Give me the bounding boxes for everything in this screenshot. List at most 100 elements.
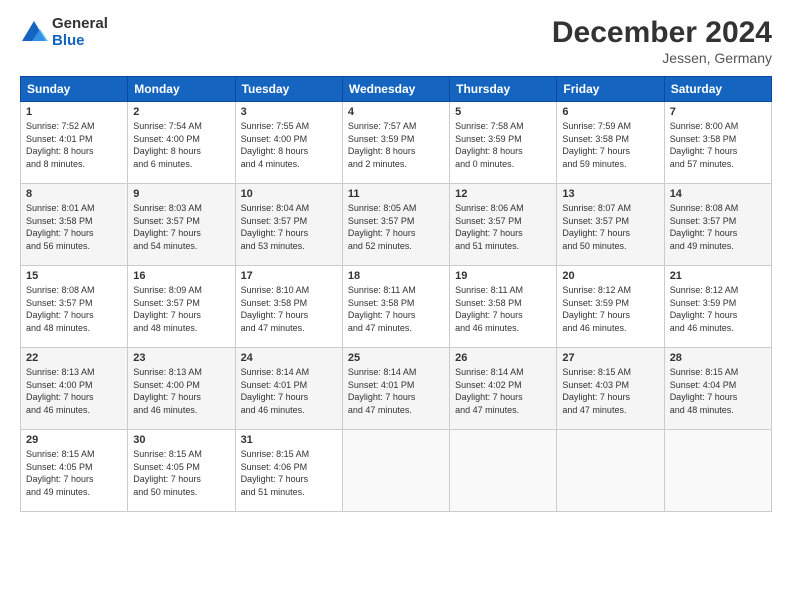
cell-info: Sunrise: 7:59 AMSunset: 3:58 PMDaylight:… (562, 120, 658, 170)
empty-cell-4-4 (450, 430, 557, 512)
col-saturday: Saturday (664, 77, 771, 102)
day-number: 16 (133, 270, 229, 282)
day-number: 5 (455, 106, 551, 118)
day-cell-13: 13Sunrise: 8:07 AMSunset: 3:57 PMDayligh… (557, 184, 664, 266)
cell-info: Sunrise: 7:57 AMSunset: 3:59 PMDaylight:… (348, 120, 444, 170)
cell-info: Sunrise: 8:14 AMSunset: 4:01 PMDaylight:… (348, 366, 444, 416)
day-number: 9 (133, 188, 229, 200)
cell-info: Sunrise: 8:10 AMSunset: 3:58 PMDaylight:… (241, 284, 337, 334)
day-number: 27 (562, 352, 658, 364)
empty-cell-4-6 (664, 430, 771, 512)
cell-info: Sunrise: 8:08 AMSunset: 3:57 PMDaylight:… (670, 202, 766, 252)
day-number: 11 (348, 188, 444, 200)
page: General Blue December 2024 Jessen, Germa… (0, 0, 792, 612)
day-cell-23: 23Sunrise: 8:13 AMSunset: 4:00 PMDayligh… (128, 348, 235, 430)
cell-info: Sunrise: 8:13 AMSunset: 4:00 PMDaylight:… (133, 366, 229, 416)
cell-info: Sunrise: 7:54 AMSunset: 4:00 PMDaylight:… (133, 120, 229, 170)
day-cell-11: 11 Sunrise: 8:05 AMSunset: 3:57 PMDayligh… (342, 184, 449, 266)
logo-general: General (52, 16, 108, 33)
cell-info: Sunrise: 8:15 AMSunset: 4:03 PMDaylight:… (562, 366, 658, 416)
day-cell-22: 22 Sunrise: 8:13 AMSunset: 4:00 PMDayligh… (21, 348, 128, 430)
location: Jessen, Germany (552, 50, 772, 66)
day-cell-7: 7 Sunrise: 8:00 AMSunset: 3:58 PMDaylight… (664, 102, 771, 184)
col-thursday: Thursday (450, 77, 557, 102)
title-block: December 2024 Jessen, Germany (552, 16, 772, 66)
month-title: December 2024 (552, 16, 772, 50)
day-cell-19: 19Sunrise: 8:11 AMSunset: 3:58 PMDayligh… (450, 266, 557, 348)
day-cell-24: 24 Sunrise: 8:14 AMSunset: 4:01 PMDayligh… (235, 348, 342, 430)
day-cell-25: 25 Sunrise: 8:14 AMSunset: 4:01 PMDayligh… (342, 348, 449, 430)
empty-cell-4-5 (557, 430, 664, 512)
day-cell-18: 18Sunrise: 8:11 AMSunset: 3:58 PMDayligh… (342, 266, 449, 348)
cell-info: Sunrise: 8:13 AMSunset: 4:00 PMDaylight:… (26, 366, 122, 416)
cell-info: Sunrise: 8:09 AMSunset: 3:57 PMDaylight:… (133, 284, 229, 334)
week-row-1: 1Sunrise: 7:52 AMSunset: 4:01 PMDaylight… (21, 102, 772, 184)
week-row-3: 15Sunrise: 8:08 AMSunset: 3:57 PMDayligh… (21, 266, 772, 348)
day-number: 31 (241, 434, 337, 446)
day-cell-26: 26Sunrise: 8:14 AMSunset: 4:02 PMDayligh… (450, 348, 557, 430)
logo-text: General Blue (52, 16, 108, 49)
cell-info: Sunrise: 8:06 AMSunset: 3:57 PMDaylight:… (455, 202, 551, 252)
day-cell-17: 17Sunrise: 8:10 AMSunset: 3:58 PMDayligh… (235, 266, 342, 348)
cell-info: Sunrise: 8:11 AMSunset: 3:58 PMDaylight:… (455, 284, 551, 334)
week-row-5: 29 Sunrise: 8:15 AMSunset: 4:05 PMDayligh… (21, 430, 772, 512)
day-number: 21 (670, 270, 766, 282)
day-cell-15: 15Sunrise: 8:08 AMSunset: 3:57 PMDayligh… (21, 266, 128, 348)
empty-cell-4-3 (342, 430, 449, 512)
day-number: 29 (26, 434, 122, 446)
day-number: 25 (348, 352, 444, 364)
day-cell-20: 20Sunrise: 8:12 AMSunset: 3:59 PMDayligh… (557, 266, 664, 348)
day-cell-5: 5Sunrise: 7:58 AMSunset: 3:59 PMDaylight… (450, 102, 557, 184)
cell-info: Sunrise: 8:15 AMSunset: 4:04 PMDaylight:… (670, 366, 766, 416)
day-number: 10 (241, 188, 337, 200)
col-tuesday: Tuesday (235, 77, 342, 102)
col-wednesday: Wednesday (342, 77, 449, 102)
day-number: 2 (133, 106, 229, 118)
day-number: 14 (670, 188, 766, 200)
week-row-2: 8Sunrise: 8:01 AMSunset: 3:58 PMDaylight… (21, 184, 772, 266)
day-number: 30 (133, 434, 229, 446)
day-number: 4 (348, 106, 444, 118)
day-number: 3 (241, 106, 337, 118)
day-number: 1 (26, 106, 122, 118)
cell-info: Sunrise: 8:12 AMSunset: 3:59 PMDaylight:… (670, 284, 766, 334)
cell-info: Sunrise: 8:11 AMSunset: 3:58 PMDaylight:… (348, 284, 444, 334)
day-number: 26 (455, 352, 551, 364)
day-cell-6: 6 Sunrise: 7:59 AMSunset: 3:58 PMDaylight… (557, 102, 664, 184)
calendar-header-row: Sunday Monday Tuesday Wednesday Thursday… (21, 77, 772, 102)
day-cell-16: 16 Sunrise: 8:09 AMSunset: 3:57 PMDayligh… (128, 266, 235, 348)
day-cell-8: 8Sunrise: 8:01 AMSunset: 3:58 PMDaylight… (21, 184, 128, 266)
cell-info: Sunrise: 8:07 AMSunset: 3:57 PMDaylight:… (562, 202, 658, 252)
cell-info: Sunrise: 8:00 AMSunset: 3:58 PMDaylight:… (670, 120, 766, 170)
day-cell-31: 31 Sunrise: 8:15 AMSunset: 4:06 PMDayligh… (235, 430, 342, 512)
logo: General Blue (20, 16, 108, 49)
day-cell-9: 9Sunrise: 8:03 AMSunset: 3:57 PMDaylight… (128, 184, 235, 266)
day-number: 24 (241, 352, 337, 364)
cell-info: Sunrise: 8:12 AMSunset: 3:59 PMDaylight:… (562, 284, 658, 334)
day-cell-28: 28Sunrise: 8:15 AMSunset: 4:04 PMDayligh… (664, 348, 771, 430)
cell-info: Sunrise: 8:04 AMSunset: 3:57 PMDaylight:… (241, 202, 337, 252)
logo-icon (20, 19, 48, 47)
col-monday: Monday (128, 77, 235, 102)
cell-info: Sunrise: 8:15 AMSunset: 4:06 PMDaylight:… (241, 448, 337, 498)
day-cell-12: 12 Sunrise: 8:06 AMSunset: 3:57 PMDayligh… (450, 184, 557, 266)
header: General Blue December 2024 Jessen, Germa… (20, 16, 772, 66)
cell-info: Sunrise: 8:15 AMSunset: 4:05 PMDaylight:… (26, 448, 122, 498)
day-number: 22 (26, 352, 122, 364)
day-cell-4: 4 Sunrise: 7:57 AMSunset: 3:59 PMDaylight… (342, 102, 449, 184)
cell-info: Sunrise: 7:55 AMSunset: 4:00 PMDaylight:… (241, 120, 337, 170)
day-cell-27: 27 Sunrise: 8:15 AMSunset: 4:03 PMDayligh… (557, 348, 664, 430)
day-cell-21: 21 Sunrise: 8:12 AMSunset: 3:59 PMDayligh… (664, 266, 771, 348)
day-cell-30: 30 Sunrise: 8:15 AMSunset: 4:05 PMDayligh… (128, 430, 235, 512)
day-number: 7 (670, 106, 766, 118)
day-cell-3: 3 Sunrise: 7:55 AMSunset: 4:00 PMDaylight… (235, 102, 342, 184)
day-number: 6 (562, 106, 658, 118)
day-cell-29: 29 Sunrise: 8:15 AMSunset: 4:05 PMDayligh… (21, 430, 128, 512)
cell-info: Sunrise: 8:01 AMSunset: 3:58 PMDaylight:… (26, 202, 122, 252)
cell-info: Sunrise: 8:15 AMSunset: 4:05 PMDaylight:… (133, 448, 229, 498)
col-friday: Friday (557, 77, 664, 102)
cell-info: Sunrise: 8:14 AMSunset: 4:01 PMDaylight:… (241, 366, 337, 416)
day-number: 12 (455, 188, 551, 200)
cell-info: Sunrise: 8:05 AMSunset: 3:57 PMDaylight:… (348, 202, 444, 252)
col-sunday: Sunday (21, 77, 128, 102)
